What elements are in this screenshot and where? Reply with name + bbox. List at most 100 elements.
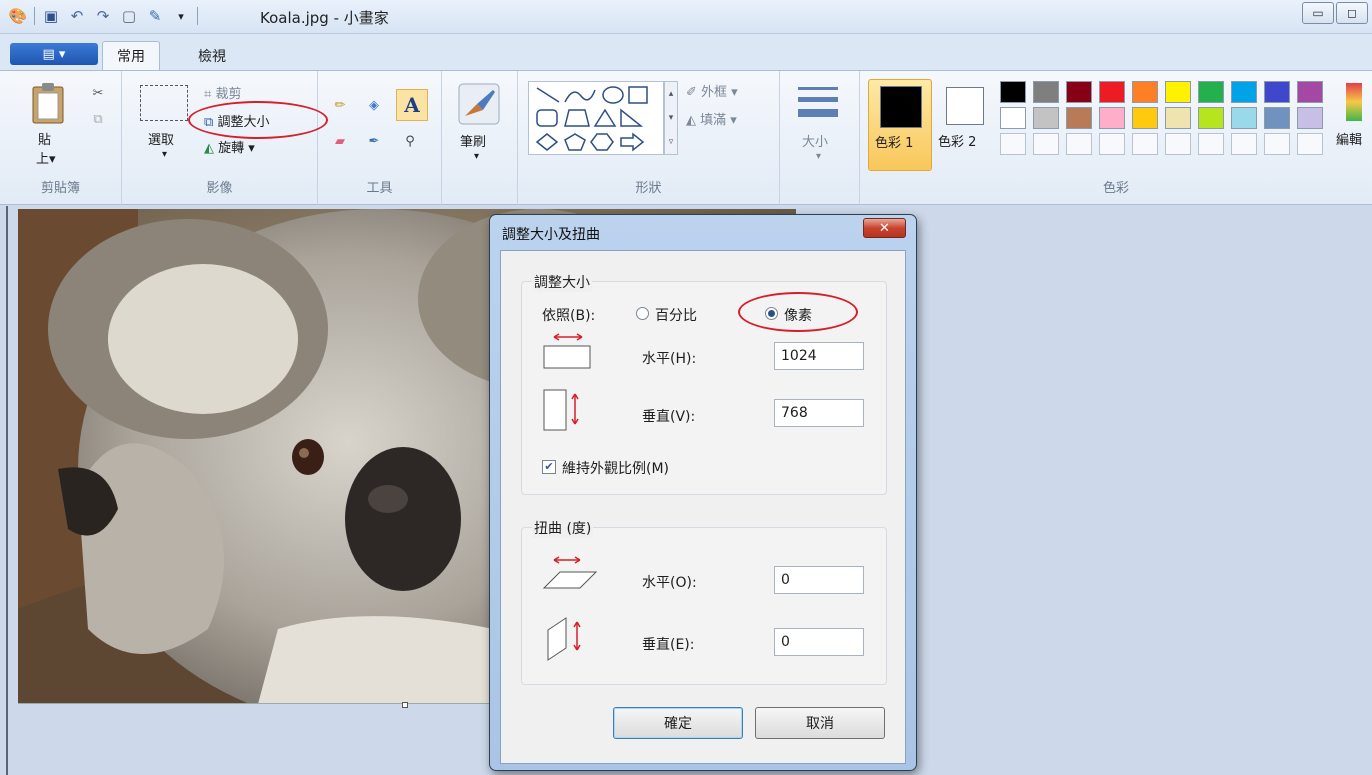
tools-group: ✏ ◈ A ▰ ✒ ⚲ 工具 — [318, 71, 442, 206]
dialog-title: 調整大小及扭曲 — [502, 227, 600, 243]
color1-label: 色彩 1 — [875, 136, 914, 151]
palette-color-swatch[interactable] — [1066, 107, 1092, 129]
keep-ratio-label[interactable]: 維持外觀比例(M) — [562, 458, 669, 478]
palette-color-swatch[interactable] — [1231, 107, 1257, 129]
palette-color-swatch[interactable] — [1033, 81, 1059, 103]
fill-icon[interactable]: ◈ — [360, 91, 388, 119]
brush-icon[interactable] — [456, 81, 502, 127]
custom-color-slot[interactable] — [1165, 133, 1191, 155]
custom-color-slot[interactable] — [1132, 133, 1158, 155]
color2-button[interactable]: 色彩 2 — [938, 79, 994, 171]
canvas-resize-handle[interactable] — [402, 702, 408, 708]
palette-color-swatch[interactable] — [1198, 107, 1224, 129]
paste-label[interactable]: 貼 — [38, 129, 51, 148]
tab-home[interactable]: 常用 — [102, 41, 160, 70]
outline-button[interactable]: ✐ 外框 ▾ — [686, 81, 738, 100]
fill-button[interactable]: ◭ 填滿 ▾ — [686, 109, 737, 128]
palette-color-swatch[interactable] — [1066, 81, 1092, 103]
undo-icon[interactable]: ↶ — [67, 6, 87, 26]
palette-color-swatch[interactable] — [1231, 81, 1257, 103]
shapes-gallery-scroll[interactable]: ▴ ▾ ▿ — [664, 81, 678, 155]
cancel-button[interactable]: 取消 — [755, 707, 885, 739]
custom-color-slot[interactable] — [1297, 133, 1323, 155]
color2-swatch — [946, 87, 984, 125]
crop-button[interactable]: ⌗ 裁剪 — [204, 83, 241, 102]
select-icon[interactable] — [140, 85, 188, 121]
palette-color-swatch[interactable] — [1099, 107, 1125, 129]
palette-color-swatch[interactable] — [1297, 107, 1323, 129]
vertical-label: 垂直(V): — [642, 409, 696, 425]
custom-color-slot[interactable] — [1264, 133, 1290, 155]
customize-qat-icon[interactable]: ▾ — [171, 6, 191, 26]
ok-button[interactable]: 確定 — [613, 707, 743, 739]
color-picker-icon[interactable]: ✒ — [360, 127, 388, 155]
maximize-button[interactable]: ◻ — [1336, 2, 1368, 24]
new-file-icon[interactable]: ▢ — [119, 6, 139, 26]
custom-color-slot[interactable] — [1033, 133, 1059, 155]
color1-button[interactable]: 色彩 1 — [868, 79, 932, 171]
palette-color-swatch[interactable] — [1000, 81, 1026, 103]
vertical-input[interactable]: 768 — [774, 399, 864, 427]
cut-icon[interactable]: ✂ — [88, 83, 108, 103]
text-icon[interactable]: A — [396, 89, 428, 121]
select-label[interactable]: 選取 — [148, 129, 174, 148]
skew-horizontal-input[interactable]: 0 — [774, 566, 864, 594]
dialog-close-button[interactable]: ✕ — [863, 218, 906, 238]
palette-color-swatch[interactable] — [1198, 81, 1224, 103]
palette-color-swatch[interactable] — [1264, 107, 1290, 129]
select-dropdown-icon[interactable]: ▾ — [162, 149, 167, 160]
palette-color-swatch[interactable] — [1165, 107, 1191, 129]
magnifier-icon[interactable]: ⚲ — [396, 127, 424, 155]
palette-color-swatch[interactable] — [1165, 81, 1191, 103]
pixels-highlight-ellipse — [738, 292, 858, 332]
skew-vertical-input[interactable]: 0 — [774, 628, 864, 656]
custom-color-slot[interactable] — [1000, 133, 1026, 155]
paint-menu-button[interactable]: ▤ ▾ — [10, 43, 98, 65]
copy-icon[interactable]: ⧉ — [88, 109, 108, 129]
colors-group: 色彩 1 色彩 2 編輯 色彩 — [860, 71, 1372, 206]
custom-color-slot[interactable] — [1099, 133, 1125, 155]
rotate-button[interactable]: ◭ 旋轉 ▾ — [204, 137, 255, 156]
custom-color-slot[interactable] — [1231, 133, 1257, 155]
canvas-left-border — [6, 206, 8, 775]
palette-color-swatch[interactable] — [1000, 107, 1026, 129]
paint-app-icon[interactable]: 🎨 — [8, 6, 28, 26]
rotate-icon: ◭ — [204, 141, 214, 156]
redo-icon[interactable]: ↷ — [93, 6, 113, 26]
properties-icon[interactable]: ✎ — [145, 6, 165, 26]
window-controls: ▭ ◻ — [1302, 2, 1368, 24]
brushes-group: 筆刷 ▾ — [442, 71, 518, 206]
horizontal-input[interactable]: 1024 — [774, 342, 864, 370]
edit-colors-icon[interactable] — [1346, 83, 1362, 121]
by-label: 依照(B): — [542, 308, 596, 324]
clipboard-icon[interactable] — [28, 81, 68, 125]
edit-colors-label[interactable]: 編輯 — [1336, 129, 1362, 148]
palette-color-swatch[interactable] — [1132, 81, 1158, 103]
title-bar: 🎨 ▣ ↶ ↷ ▢ ✎ ▾ Koala.jpg - 小畫家 ▭ ◻ — [0, 0, 1372, 34]
palette-color-swatch[interactable] — [1297, 81, 1323, 103]
size-dropdown-icon[interactable]: ▾ — [816, 151, 821, 162]
palette-color-swatch[interactable] — [1264, 81, 1290, 103]
ribbon-tab-row: ▤ ▾ 常用 檢視 — [0, 34, 1372, 70]
brushes-label[interactable]: 筆刷 — [460, 131, 486, 150]
keep-ratio-checkbox[interactable]: ✔ — [542, 460, 556, 474]
custom-color-slot[interactable] — [1066, 133, 1092, 155]
palette-color-swatch[interactable] — [1033, 107, 1059, 129]
pencil-icon[interactable]: ✏ — [326, 91, 354, 119]
ribbon: 貼 上▾ ✂ ⧉ 剪貼簿 選取 ▾ ⌗ 裁剪 ⧉ 調整大小 ◭ 旋轉 ▾ 影像 … — [0, 70, 1372, 206]
eraser-icon[interactable]: ▰ — [326, 127, 354, 155]
paste-label-2[interactable]: 上▾ — [36, 148, 56, 167]
size-icon[interactable] — [794, 81, 842, 125]
brushes-dropdown-icon[interactable]: ▾ — [474, 151, 479, 162]
percent-label[interactable]: 百分比 — [655, 305, 697, 325]
palette-color-swatch[interactable] — [1099, 81, 1125, 103]
clipboard-group: 貼 上▾ ✂ ⧉ 剪貼簿 — [0, 71, 122, 206]
custom-color-slot[interactable] — [1198, 133, 1224, 155]
tab-view[interactable]: 檢視 — [184, 41, 240, 70]
palette-color-swatch[interactable] — [1132, 107, 1158, 129]
percent-radio[interactable] — [636, 307, 649, 320]
shapes-gallery[interactable] — [528, 81, 664, 155]
save-icon[interactable]: ▣ — [41, 6, 61, 26]
minimize-button[interactable]: ▭ — [1302, 2, 1334, 24]
size-label[interactable]: 大小 — [802, 131, 828, 150]
